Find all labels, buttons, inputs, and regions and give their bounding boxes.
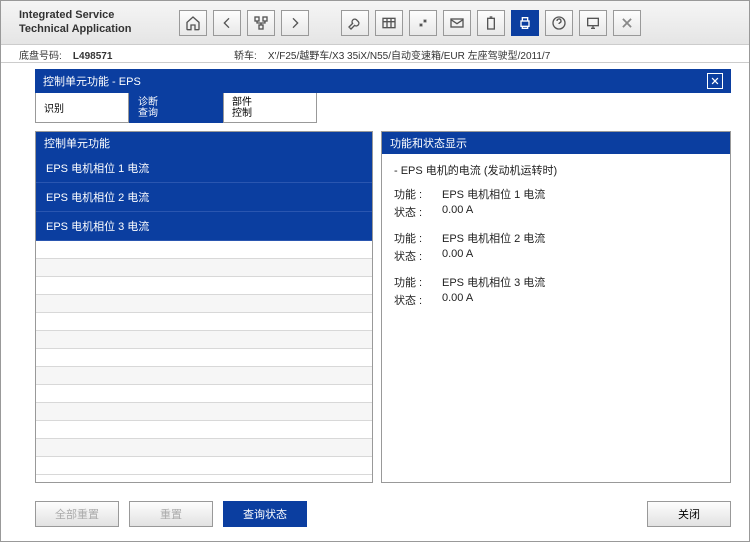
detail-block: 功能 :EPS 电机相位 1 电流 状态 :0.00 A bbox=[394, 186, 718, 220]
list-row bbox=[36, 313, 372, 331]
panel-title-text: 控制单元功能 - EPS bbox=[43, 73, 141, 89]
close-button[interactable]: 关闭 bbox=[647, 501, 731, 527]
header: Integrated Service Technical Application bbox=[1, 1, 749, 45]
state-label: 状态 : bbox=[394, 204, 442, 220]
list-row bbox=[36, 439, 372, 457]
tab-label: 识别 bbox=[44, 100, 64, 115]
print-icon[interactable] bbox=[511, 10, 539, 36]
func-label: 功能 : bbox=[394, 230, 442, 246]
app-title-line1: Integrated Service bbox=[19, 9, 179, 22]
list-row bbox=[36, 421, 372, 439]
function-list: EPS 电机相位 1 电流 EPS 电机相位 2 电流 EPS 电机相位 3 电… bbox=[36, 154, 372, 482]
func-value: EPS 电机相位 3 电流 bbox=[442, 274, 718, 290]
left-panel: 控制单元功能 EPS 电机相位 1 电流 EPS 电机相位 2 电流 EPS 电… bbox=[35, 131, 373, 483]
plug-icon[interactable] bbox=[409, 10, 437, 36]
tab-label: 部件控制 bbox=[232, 97, 252, 119]
screen-icon[interactable] bbox=[579, 10, 607, 36]
grid-icon[interactable] bbox=[375, 10, 403, 36]
tab-diag-query[interactable]: 诊断查询 bbox=[129, 93, 223, 123]
state-label: 状态 : bbox=[394, 248, 442, 264]
vehicle-info: 轿车: X'/F25/越野车/X3 35iX/N55/自动变速箱/EUR 左座驾… bbox=[234, 47, 731, 60]
wrench-icon[interactable] bbox=[341, 10, 369, 36]
list-row bbox=[36, 277, 372, 295]
list-row bbox=[36, 349, 372, 367]
query-status-button[interactable]: 查询状态 bbox=[223, 501, 307, 527]
home-icon[interactable] bbox=[179, 10, 207, 36]
panel-close-button[interactable] bbox=[707, 73, 723, 89]
app-title-line2: Technical Application bbox=[19, 23, 179, 36]
help-icon[interactable] bbox=[545, 10, 573, 36]
chassis-info: 底盘号码: L498571 bbox=[19, 47, 234, 60]
func-label: 功能 : bbox=[394, 274, 442, 290]
list-row bbox=[36, 457, 372, 475]
detail-block: 功能 :EPS 电机相位 2 电流 状态 :0.00 A bbox=[394, 230, 718, 264]
state-value: 0.00 A bbox=[442, 292, 718, 308]
tab-identify[interactable]: 识别 bbox=[35, 93, 129, 123]
vehicle-value: X'/F25/越野车/X3 35iX/N55/自动变速箱/EUR 左座驾驶型/2… bbox=[268, 51, 550, 62]
left-panel-header: 控制单元功能 bbox=[36, 132, 372, 154]
forward-icon[interactable] bbox=[281, 10, 309, 36]
reset-button: 重置 bbox=[129, 501, 213, 527]
infobar: 底盘号码: L498571 轿车: X'/F25/越野车/X3 35iX/N55… bbox=[1, 45, 749, 63]
list-row bbox=[36, 295, 372, 313]
func-label: 功能 : bbox=[394, 186, 442, 202]
battery-icon[interactable] bbox=[477, 10, 505, 36]
state-value: 0.00 A bbox=[442, 248, 718, 264]
exit-icon[interactable] bbox=[613, 10, 641, 36]
mail-icon[interactable] bbox=[443, 10, 471, 36]
tab-component-control[interactable]: 部件控制 bbox=[223, 93, 317, 123]
tabs: 识别 诊断查询 部件控制 bbox=[35, 93, 731, 123]
detail-body: - EPS 电机的电流 (发动机运转时) 功能 :EPS 电机相位 1 电流 状… bbox=[382, 154, 730, 326]
app-window: Integrated Service Technical Application… bbox=[0, 0, 750, 542]
list-row bbox=[36, 385, 372, 403]
vehicle-label: 轿车: bbox=[234, 51, 257, 62]
func-value: EPS 电机相位 2 电流 bbox=[442, 230, 718, 246]
chassis-label: 底盘号码: bbox=[19, 51, 62, 62]
list-row bbox=[36, 367, 372, 385]
back-icon[interactable] bbox=[213, 10, 241, 36]
list-row bbox=[36, 259, 372, 277]
detail-block: 功能 :EPS 电机相位 3 电流 状态 :0.00 A bbox=[394, 274, 718, 308]
tab-label: 诊断查询 bbox=[138, 97, 158, 119]
list-row bbox=[36, 331, 372, 349]
right-panel-header: 功能和状态显示 bbox=[382, 132, 730, 154]
chassis-value: L498571 bbox=[73, 51, 112, 62]
state-value: 0.00 A bbox=[442, 204, 718, 220]
list-row bbox=[36, 403, 372, 421]
list-item[interactable]: EPS 电机相位 1 电流 bbox=[36, 154, 372, 183]
panel-title-bar: 控制单元功能 - EPS bbox=[35, 69, 731, 93]
state-label: 状态 : bbox=[394, 292, 442, 308]
detail-title: - EPS 电机的电流 (发动机运转时) bbox=[394, 162, 718, 178]
func-value: EPS 电机相位 1 电流 bbox=[442, 186, 718, 202]
app-title: Integrated Service Technical Application bbox=[19, 9, 179, 35]
list-item[interactable]: EPS 电机相位 2 电流 bbox=[36, 183, 372, 212]
tree-icon[interactable] bbox=[247, 10, 275, 36]
main: 控制单元功能 EPS 电机相位 1 电流 EPS 电机相位 2 电流 EPS 电… bbox=[35, 131, 731, 483]
footer: 全部重置 重置 查询状态 关闭 bbox=[35, 501, 731, 527]
right-panel: 功能和状态显示 - EPS 电机的电流 (发动机运转时) 功能 :EPS 电机相… bbox=[381, 131, 731, 483]
list-row bbox=[36, 241, 372, 259]
toolbar bbox=[179, 10, 641, 36]
reset-all-button: 全部重置 bbox=[35, 501, 119, 527]
list-item[interactable]: EPS 电机相位 3 电流 bbox=[36, 212, 372, 241]
